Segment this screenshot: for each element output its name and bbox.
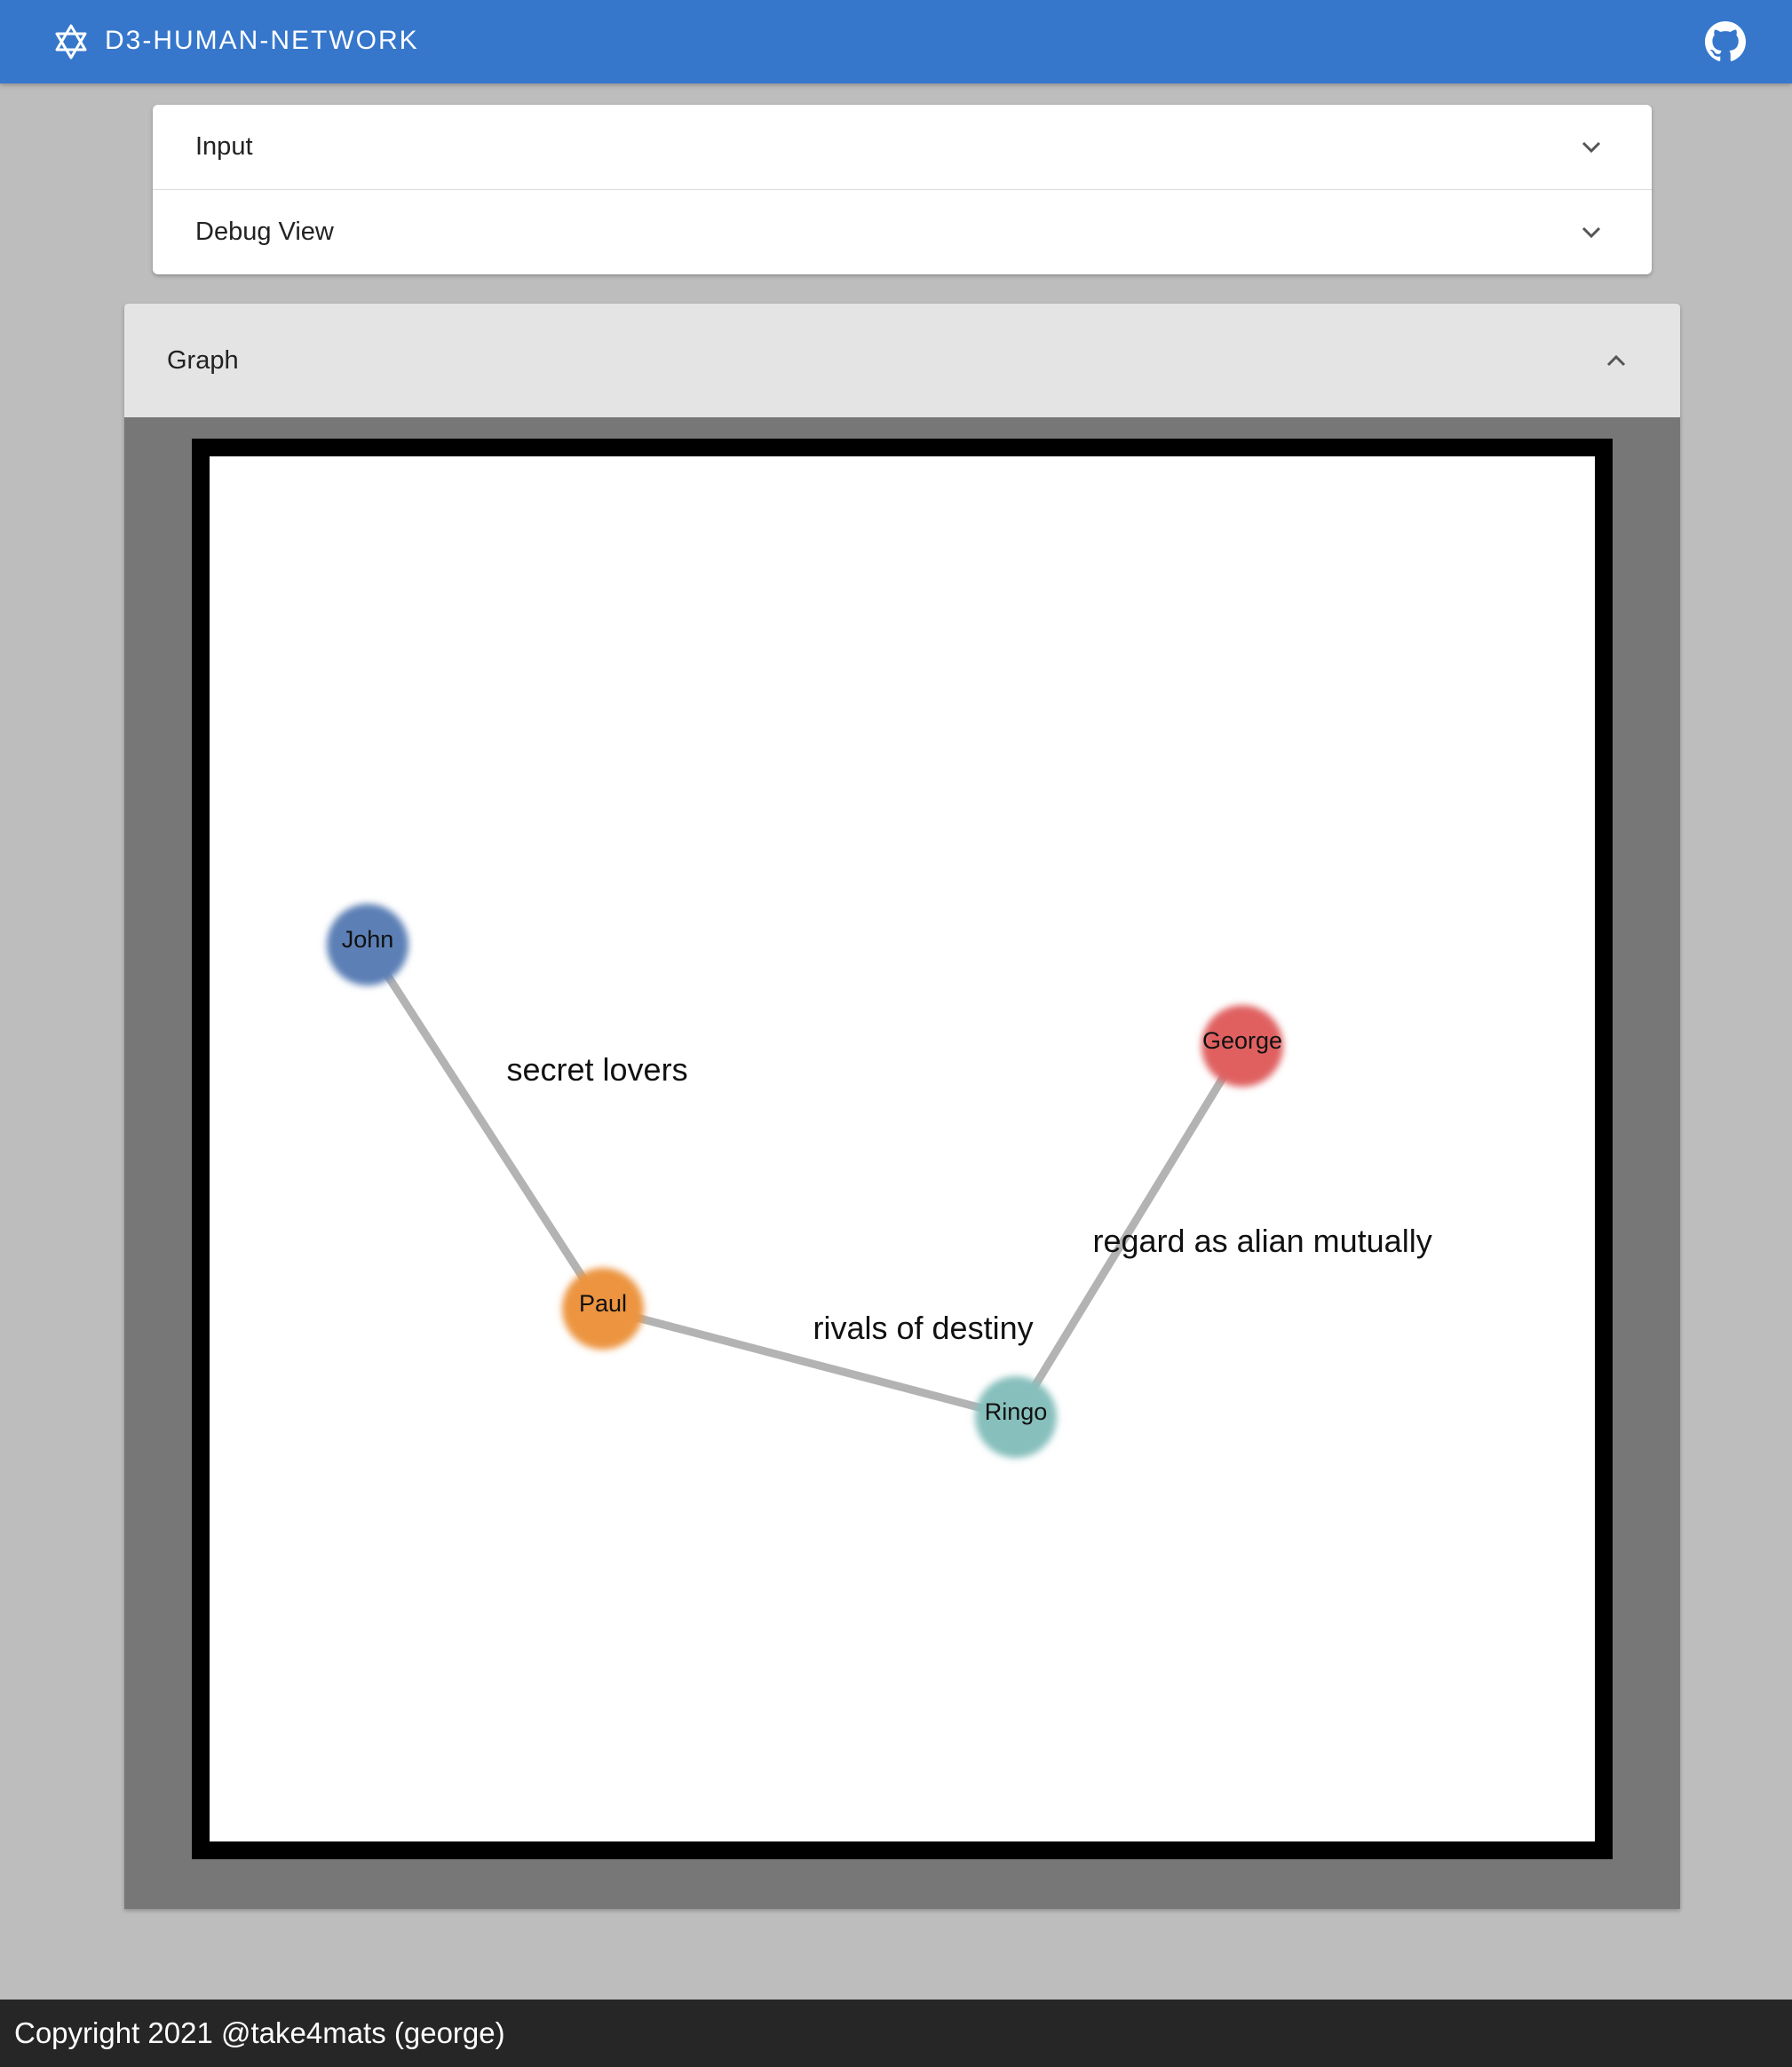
chevron-down-icon[interactable]: [1577, 218, 1606, 247]
github-icon[interactable]: [1705, 21, 1746, 62]
link-label: secret lovers: [507, 1051, 688, 1088]
network-graph[interactable]: secret lovers rivals of destiny regard as …: [210, 456, 1595, 1841]
copyright-text: Copyright 2021 @take4mats (george): [14, 2016, 505, 2049]
graph-node[interactable]: John: [327, 904, 408, 986]
node-label: George: [1202, 1027, 1282, 1054]
settings-accordion: Input Debug View: [153, 105, 1652, 274]
debug-view-panel-label: Debug View: [195, 218, 334, 246]
graph-node[interactable]: Paul: [562, 1268, 644, 1350]
link-label: rivals of destiny: [813, 1310, 1034, 1346]
debug-view-panel-header[interactable]: Debug View: [153, 189, 1652, 274]
input-panel-label: Input: [195, 132, 253, 161]
graph-panel: Graph secret lovers rivals of destiny rega…: [124, 304, 1680, 1909]
graph-panel-header[interactable]: Graph: [124, 304, 1680, 417]
node-label: Ringo: [985, 1398, 1048, 1425]
graph-node[interactable]: Ringo: [975, 1376, 1057, 1458]
app-title: D3-HUMAN-NETWORK: [105, 26, 419, 55]
node-label: John: [342, 926, 394, 953]
graph-panel-label: Graph: [167, 346, 239, 375]
graph-link: [364, 942, 607, 1311]
graph-canvas[interactable]: secret lovers rivals of destiny regard as …: [192, 439, 1613, 1859]
chevron-up-icon[interactable]: [1602, 346, 1630, 375]
link-label: regard as alian mutually: [1093, 1223, 1432, 1259]
app-bar: D3-HUMAN-NETWORK: [0, 0, 1792, 83]
footer: Copyright 2021 @take4mats (george): [0, 2000, 1792, 2067]
star-of-david-icon[interactable]: [52, 22, 91, 61]
input-panel-header[interactable]: Input: [153, 105, 1652, 189]
node-label: Paul: [579, 1290, 627, 1317]
chevron-down-icon[interactable]: [1577, 133, 1606, 162]
graph-node[interactable]: George: [1201, 1005, 1283, 1087]
